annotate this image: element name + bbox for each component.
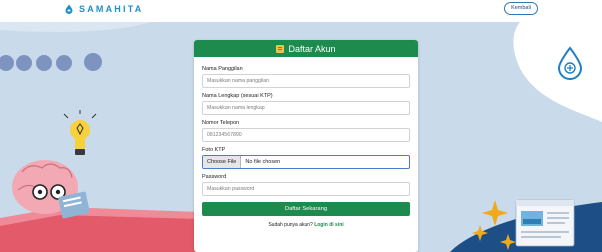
file-status: No file chosen bbox=[245, 159, 281, 165]
ktp-label: Foto KTP bbox=[202, 147, 226, 153]
fullname-input[interactable]: Masukkan nama lengkap bbox=[202, 101, 410, 115]
nickname-label: Nama Panggilan bbox=[202, 66, 243, 72]
brand-name: SAMAHITA bbox=[79, 4, 144, 14]
lightbulb-icon bbox=[63, 110, 97, 155]
register-submit-button[interactable]: Daftar Sekarang bbox=[202, 202, 410, 216]
login-prompt-text: Sudah punya akun? bbox=[268, 222, 313, 228]
nickname-input[interactable]: Masukkan nama panggilan bbox=[202, 74, 410, 88]
login-prompt: Sudah punya akun? Login di sini bbox=[202, 222, 410, 228]
password-input[interactable]: Masukkan password bbox=[202, 182, 410, 196]
phone-label: Nomor Telepon bbox=[202, 120, 240, 126]
form-icon bbox=[276, 44, 285, 53]
brand-logo[interactable]: SAMAHITA bbox=[64, 4, 143, 14]
fullname-label: Nama Lengkap (sesuai KTP) bbox=[202, 93, 273, 99]
brain-mascot-icon bbox=[12, 160, 90, 219]
top-navbar: SAMAHITA Kembali bbox=[0, 0, 602, 22]
password-label: Password bbox=[202, 174, 227, 180]
phone-input[interactable]: 081234567890 bbox=[202, 128, 410, 142]
choose-file-button[interactable]: Choose File bbox=[203, 156, 242, 168]
water-drop-logo-icon bbox=[65, 4, 73, 14]
form-title: Daftar Akun bbox=[288, 43, 336, 54]
register-form: Nama Panggilan Masukkan nama panggilan N… bbox=[194, 57, 418, 228]
document-illustration-icon bbox=[515, 199, 575, 247]
back-button[interactable]: Kembali bbox=[504, 2, 538, 15]
hero-background: Daftar Akun Nama Panggilan Masukkan nama… bbox=[0, 22, 602, 252]
login-link[interactable]: Login di sini bbox=[314, 222, 343, 228]
ktp-file-input[interactable]: Choose File No file chosen bbox=[202, 155, 410, 169]
card-header: Daftar Akun bbox=[194, 40, 418, 57]
decorative-dots bbox=[0, 53, 102, 71]
register-card: Daftar Akun Nama Panggilan Masukkan nama… bbox=[194, 40, 418, 252]
